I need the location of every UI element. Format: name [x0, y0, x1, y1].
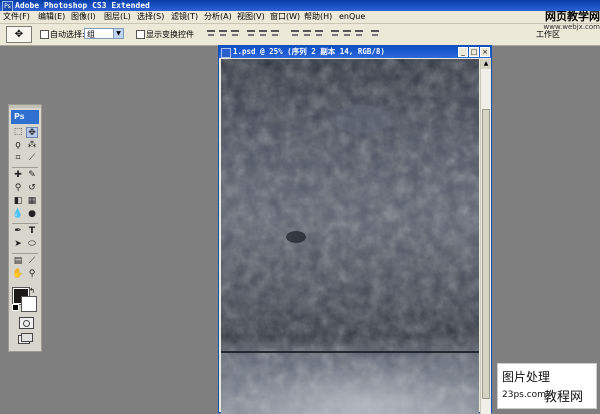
app-title: Adobe Photoshop CS3 Extended [15, 1, 150, 10]
eraser-tool-icon[interactable]: ◧ [12, 196, 24, 207]
toolbox-divider [12, 223, 38, 224]
ps-logo: Ps [11, 110, 39, 124]
menu-edit[interactable]: 编辑(E) [38, 11, 65, 23]
menu-enque[interactable]: enQue [339, 11, 365, 23]
align-left-icon[interactable] [246, 29, 256, 38]
distribute-hcenter-icon[interactable] [342, 29, 352, 38]
menu-filter[interactable]: 滤镜(T) [171, 11, 198, 23]
document-window: 1.psd @ 25% (序列 2 副本 14, RGB/8) _ □ × ▲ [218, 45, 492, 414]
close-button[interactable]: × [480, 47, 490, 57]
pen-tool-icon[interactable]: ✒ [12, 226, 24, 237]
watermark-text: 网页教学网 [545, 10, 600, 23]
document-title: 1.psd @ 25% (序列 2 副本 14, RGB/8) [233, 47, 385, 56]
screen-mode-icon[interactable] [18, 333, 33, 344]
vertical-scrollbar[interactable]: ▲ [480, 59, 491, 414]
hand-tool-icon[interactable]: ✋ [12, 269, 24, 280]
menu-bar: 文件(F) 编辑(E) 图像(I) 图层(L) 选择(S) 滤镜(T) 分析(A… [0, 11, 600, 24]
move-tool-icon[interactable]: ✥ [26, 127, 38, 138]
scrollbar-thumb[interactable] [482, 109, 490, 399]
watermark-line-1: 图片处理 [502, 370, 551, 384]
menu-help[interactable]: 帮助(H) [304, 11, 332, 23]
path-selection-tool-icon[interactable]: ➤ [12, 239, 24, 250]
align-hcenter-icon[interactable] [258, 29, 268, 38]
gradient-tool-icon[interactable]: ▦ [26, 196, 38, 207]
zoom-tool-icon[interactable]: ⚲ [26, 269, 38, 280]
auto-select-checkbox[interactable] [40, 30, 49, 39]
auto-align-icon[interactable] [370, 29, 380, 38]
menu-image[interactable]: 图像(I) [71, 11, 96, 23]
align-bottom-icon[interactable] [230, 29, 240, 38]
distribute-right-icon[interactable] [354, 29, 364, 38]
align-top-icon[interactable] [206, 29, 216, 38]
document-title-bar[interactable]: 1.psd @ 25% (序列 2 副本 14, RGB/8) _ □ × [219, 46, 491, 58]
slice-tool-icon[interactable]: ⟋ [26, 153, 38, 164]
menu-analysis[interactable]: 分析(A) [204, 11, 232, 23]
watermark-url: www.webjx.com [543, 23, 600, 31]
healing-brush-tool-icon[interactable]: ✚ [12, 170, 24, 181]
show-transform-checkbox[interactable] [136, 30, 145, 39]
menu-file[interactable]: 文件(F) [3, 11, 30, 23]
watermark-line-2: 23ps.com [502, 390, 546, 400]
move-tool-icon: ✥ [14, 29, 24, 40]
shape-tool-icon[interactable]: ⬭ [26, 239, 38, 250]
options-bar: ✥ 自动选择: 组 ▼ 显示变换控件 工作区 [0, 24, 600, 46]
blur-tool-icon[interactable]: 💧 [12, 209, 24, 220]
scroll-up-icon[interactable]: ▲ [481, 59, 491, 69]
document-canvas[interactable] [221, 59, 479, 414]
watermark-line-3: 教程网 [544, 390, 584, 405]
marquee-tool-icon[interactable]: ⬚ [12, 127, 24, 138]
menu-layer[interactable]: 图层(L) [104, 11, 131, 23]
align-right-icon[interactable] [270, 29, 280, 38]
site-watermark: 网页教学网 www.webjx.com [526, 10, 600, 31]
auto-select-dropdown[interactable]: 组 ▼ [84, 28, 124, 39]
corner-watermark: 图片处理 教程网 23ps.com [497, 363, 597, 409]
minimize-button[interactable]: _ [458, 47, 468, 57]
align-vcenter-icon[interactable] [218, 29, 228, 38]
menu-view[interactable]: 视图(V) [237, 11, 265, 23]
document-icon [221, 48, 231, 58]
menu-window[interactable]: 窗口(W) [270, 11, 300, 23]
auto-select-label: 自动选择: [50, 30, 85, 39]
lasso-tool-icon[interactable]: ϙ [12, 140, 24, 151]
dodge-tool-icon[interactable]: ● [26, 209, 38, 220]
swap-colors-icon[interactable]: ↰ [29, 287, 35, 295]
distribute-top-icon[interactable] [290, 29, 300, 38]
maximize-button[interactable]: □ [469, 47, 479, 57]
menu-select[interactable]: 选择(S) [137, 11, 164, 23]
history-brush-tool-icon[interactable]: ↺ [26, 183, 38, 194]
notes-tool-icon[interactable]: ▤ [12, 256, 24, 267]
distribute-vcenter-icon[interactable] [302, 29, 312, 38]
toolbox-panel: Ps ⬚ ✥ ϙ ⁂ ⌗ ⟋ ✚ ✎ ⚲ ↺ ◧ ▦ 💧 ● ✒ T ➤ ⬭ ▤… [8, 104, 42, 352]
toolbox-grip[interactable] [9, 105, 41, 108]
auto-select-value: 组 [87, 30, 95, 39]
distribute-bottom-icon[interactable] [314, 29, 324, 38]
default-colors-icon[interactable] [12, 304, 19, 311]
toolbox-divider [12, 253, 38, 254]
clone-stamp-tool-icon[interactable]: ⚲ [12, 183, 24, 194]
eyedropper-tool-icon[interactable]: ⟋ [26, 256, 38, 267]
background-color-swatch[interactable] [21, 296, 37, 312]
brush-tool-icon[interactable]: ✎ [26, 170, 38, 181]
chevron-down-icon: ▼ [113, 29, 123, 38]
crop-tool-icon[interactable]: ⌗ [12, 153, 24, 164]
app-title-bar: Ps Adobe Photoshop CS3 Extended [0, 0, 600, 12]
tool-preset-picker[interactable]: ✥ [6, 26, 32, 43]
toolbox-divider [12, 167, 38, 168]
magic-wand-tool-icon[interactable]: ⁂ [26, 140, 38, 151]
quick-mask-icon[interactable] [19, 317, 34, 329]
show-transform-label: 显示变换控件 [146, 30, 194, 39]
type-tool-icon[interactable]: T [26, 226, 38, 237]
concrete-wall-texture-image [221, 59, 479, 414]
distribute-left-icon[interactable] [330, 29, 340, 38]
